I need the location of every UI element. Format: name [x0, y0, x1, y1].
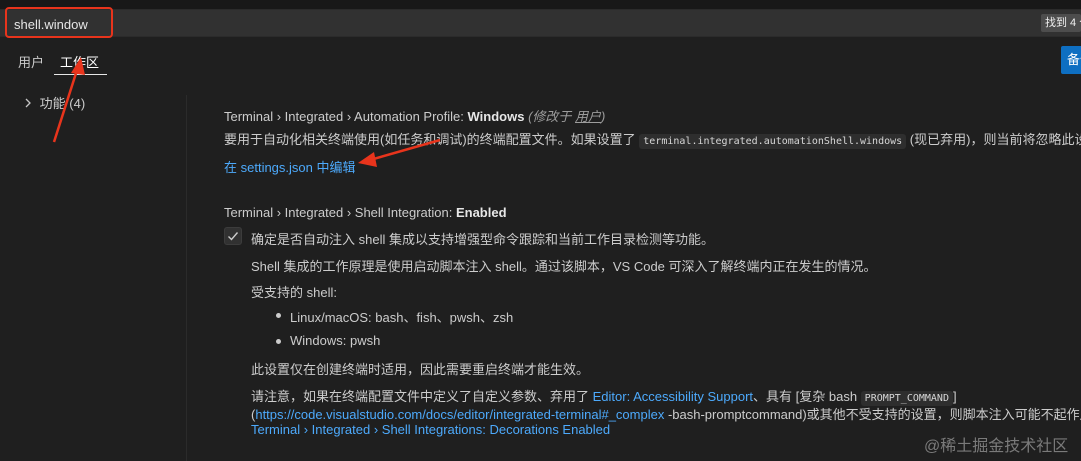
watermark: @稀土掘金技术社区	[924, 438, 1069, 455]
backup-sync-button[interactable]: 备份和同步设置	[1061, 46, 1081, 74]
accessibility-support-link[interactable]: Editor: Accessibility Support	[593, 389, 753, 404]
list-item: Windows: pwsh	[290, 333, 381, 348]
restart-note: 此设置仅在创建终端时适用，因此需要重启终端才能生效。	[251, 362, 590, 377]
warning-line-1: 请注意，如果在终端配置文件中定义了自定义参数、弃用了 Editor: Acces…	[251, 389, 957, 406]
setting-title-shell-integration: Terminal › Integrated › Shell Integratio…	[224, 205, 507, 220]
bullet-marker	[276, 313, 281, 318]
title-strip	[0, 0, 1081, 9]
setting-description: 要用于自动化相关终端使用(如任务和调试)的终端配置文件。如果设置了 termin…	[224, 132, 1081, 149]
bullet-marker	[276, 339, 281, 344]
toc-item-count: (4)	[69, 96, 86, 111]
toc-divider	[186, 95, 187, 461]
settings-search-input[interactable]	[14, 15, 414, 33]
setting-title-automation-profile: Terminal › Integrated › Automation Profi…	[224, 106, 605, 125]
modified-indicator: (修改于 用户)	[524, 109, 606, 124]
toc-item-label: 功能	[39, 96, 66, 111]
checkmark-icon	[228, 232, 239, 241]
settings-search-bar	[0, 9, 1081, 37]
edit-in-settings-json-link[interactable]: 在 settings.json 中编辑	[224, 157, 356, 176]
description-paragraph: Shell 集成的工作原理是使用启动脚本注入 shell。通过该脚本，VS Co…	[251, 259, 877, 274]
setting-name: Enabled	[455, 205, 507, 220]
setting-code-ref: terminal.integrated.automationShell.wind…	[639, 134, 907, 149]
setting-name: Windows	[467, 109, 525, 124]
shell-integration-checkbox[interactable]	[224, 227, 242, 245]
active-tab-indicator	[54, 74, 107, 75]
checkbox-label: 确定是否自动注入 shell 集成以支持增强型命令跟踪和当前工作目录检测等功能。	[251, 232, 714, 247]
supported-shells-label: 受支持的 shell:	[251, 285, 337, 300]
tab-user[interactable]: 用户	[18, 52, 44, 71]
setting-category: Terminal › Integrated › Automation Profi…	[224, 109, 468, 124]
warning-line-2: (https://code.visualstudio.com/docs/edit…	[251, 407, 1081, 422]
search-results-count: 找到 4 个设置	[1041, 14, 1081, 32]
modified-scope-link[interactable]: 用户	[575, 109, 601, 124]
tab-workspace[interactable]: 工作区	[60, 52, 99, 71]
decorations-enabled-link[interactable]: Terminal › Integrated › Shell Integratio…	[251, 422, 610, 437]
setting-category: Terminal › Integrated › Shell Integratio…	[224, 205, 456, 220]
list-item: Linux/macOS: bash、fish、pwsh、zsh	[290, 310, 514, 325]
toc-item-features[interactable]: 功能 (4)	[24, 95, 85, 113]
chevron-right-icon	[24, 95, 36, 113]
complex-bash-docs-link[interactable]: https://code.visualstudio.com/docs/edito…	[255, 407, 664, 422]
